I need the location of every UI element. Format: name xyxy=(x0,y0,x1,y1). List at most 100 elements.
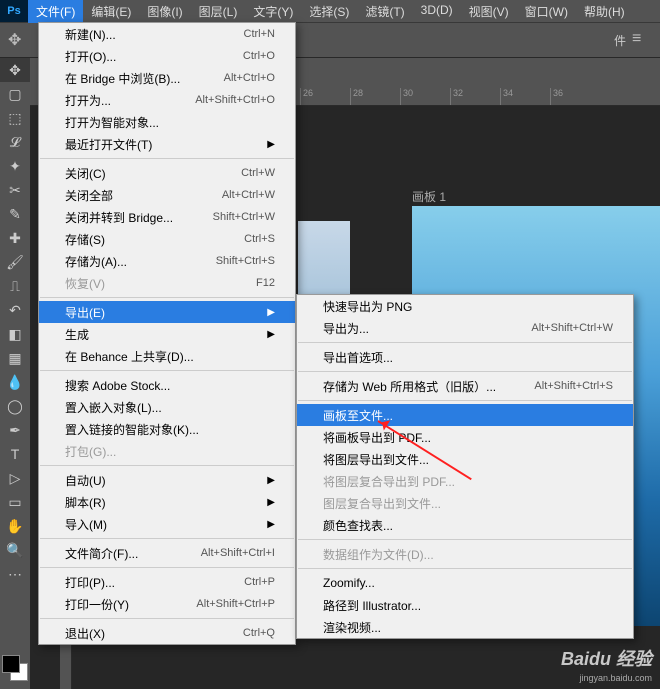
menu-item[interactable]: 导出为...Alt+Shift+Ctrl+W xyxy=(297,317,633,339)
stamp-tool[interactable]: ⎍ xyxy=(0,274,30,298)
menu-item[interactable]: 渲染视频... xyxy=(297,616,633,638)
menu-item[interactable]: 打印一份(Y)Alt+Shift+Ctrl+P xyxy=(39,593,295,615)
menu-item-label: 图层复合导出到文件... xyxy=(323,495,441,512)
type-tool[interactable]: T xyxy=(0,442,30,466)
menu-item[interactable]: 存储(S)Ctrl+S xyxy=(39,228,295,250)
blur-tool[interactable]: 💧 xyxy=(0,370,30,394)
menu-separator xyxy=(40,538,294,539)
menu-item[interactable]: 关闭(C)Ctrl+W xyxy=(39,162,295,184)
menu-item[interactable]: 路径到 Illustrator... xyxy=(297,594,633,616)
menu-item[interactable]: 新建(N)...Ctrl+N xyxy=(39,23,295,45)
toolbar: ✥ ▢ ⬚ 𝓛 ✦ ✂ ✎ ✚ 🖌 ⎍ ↶ ◧ ▦ 💧 ◯ ✒ T ▷ ▭ ✋ … xyxy=(0,58,30,586)
menu-item[interactable]: 存储为 Web 所用格式（旧版）...Alt+Shift+Ctrl+S xyxy=(297,375,633,397)
menubar-item[interactable]: 图层(L) xyxy=(191,0,246,23)
watermark-sub: jingyan.baidu.com xyxy=(579,673,652,683)
menu-item[interactable]: 将画板导出到 PDF... xyxy=(297,426,633,448)
menu-item-label: 打包(G)... xyxy=(65,443,116,460)
menu-item-label: 在 Behance 上共享(D)... xyxy=(65,348,194,365)
menu-item-label: 生成 xyxy=(65,326,89,343)
move-tool[interactable]: ✥ xyxy=(0,58,30,82)
menu-item[interactable]: 关闭全部Alt+Ctrl+W xyxy=(39,184,295,206)
menu-item-label: 渲染视频... xyxy=(323,619,381,636)
menu-item[interactable]: 画板至文件... xyxy=(297,404,633,426)
menu-item[interactable]: 打开为...Alt+Shift+Ctrl+O xyxy=(39,89,295,111)
menu-item-label: 打印一份(Y) xyxy=(65,596,129,613)
menubar-item[interactable]: 文字(Y) xyxy=(245,0,301,23)
menubar-item[interactable]: 编辑(E) xyxy=(83,0,139,23)
menu-item-label: 存储(S) xyxy=(65,231,105,248)
menu-item[interactable]: 退出(X)Ctrl+Q xyxy=(39,622,295,644)
magic-wand-tool[interactable]: ✦ xyxy=(0,154,30,178)
menu-item[interactable]: 颜色查找表... xyxy=(297,514,633,536)
menu-item-label: 画板至文件... xyxy=(323,407,393,424)
menu-item[interactable]: 最近打开文件(T)▶ xyxy=(39,133,295,155)
menu-item[interactable]: 文件简介(F)...Alt+Shift+Ctrl+I xyxy=(39,542,295,564)
history-brush-tool[interactable]: ↶ xyxy=(0,298,30,322)
menu-item[interactable]: 快速导出为 PNG xyxy=(297,295,633,317)
menu-item[interactable]: 将图层导出到文件... xyxy=(297,448,633,470)
menu-item[interactable]: 存储为(A)...Shift+Ctrl+S xyxy=(39,250,295,272)
menu-item[interactable]: 导出(E)▶ xyxy=(39,301,295,323)
pen-tool[interactable]: ✒ xyxy=(0,418,30,442)
artboard-tool[interactable]: ▢ xyxy=(0,82,30,106)
artboard-label[interactable]: 画板 1 xyxy=(412,188,446,205)
menubar-item[interactable]: 窗口(W) xyxy=(517,0,576,23)
menubar-item[interactable]: 滤镜(T) xyxy=(357,0,412,23)
eraser-tool[interactable]: ◧ xyxy=(0,322,30,346)
menu-shortcut: Ctrl+P xyxy=(244,576,275,588)
eyedropper-tool[interactable]: ✎ xyxy=(0,202,30,226)
menu-item[interactable]: 导出首选项... xyxy=(297,346,633,368)
menubar-item[interactable]: 文件(F) xyxy=(28,0,83,23)
menu-shortcut: Ctrl+W xyxy=(241,167,275,179)
menu-item[interactable]: 在 Bridge 中浏览(B)...Alt+Ctrl+O xyxy=(39,67,295,89)
menu-item-label: 退出(X) xyxy=(65,625,105,642)
menu-item-label: 恢复(V) xyxy=(65,275,105,292)
menu-item[interactable]: 关闭并转到 Bridge...Shift+Ctrl+W xyxy=(39,206,295,228)
lasso-tool[interactable]: 𝓛 xyxy=(0,130,30,154)
menubar-item[interactable]: 帮助(H) xyxy=(576,0,633,23)
menubar-item[interactable]: 视图(V) xyxy=(461,0,517,23)
foreground-swatch[interactable] xyxy=(2,655,20,673)
menu-item-label: 将图层复合导出到 PDF... xyxy=(323,473,455,490)
menubar-item[interactable]: 选择(S) xyxy=(301,0,357,23)
menu-item[interactable]: 导入(M)▶ xyxy=(39,513,295,535)
menu-shortcut: Alt+Shift+Ctrl+O xyxy=(195,94,275,106)
menu-separator xyxy=(40,618,294,619)
menu-item[interactable]: 打开为智能对象... xyxy=(39,111,295,133)
menu-item[interactable]: 打开(O)...Ctrl+O xyxy=(39,45,295,67)
menu-item-label: 关闭并转到 Bridge... xyxy=(65,209,173,226)
menu-shortcut: Ctrl+N xyxy=(244,28,275,40)
dodge-tool[interactable]: ◯ xyxy=(0,394,30,418)
menubar-item[interactable]: 图像(I) xyxy=(139,0,190,23)
menu-item[interactable]: 自动(U)▶ xyxy=(39,469,295,491)
menu-item-label: 文件简介(F)... xyxy=(65,545,138,562)
gradient-tool[interactable]: ▦ xyxy=(0,346,30,370)
menu-item[interactable]: 置入嵌入对象(L)... xyxy=(39,396,295,418)
ruler-tick: 36 xyxy=(550,88,600,105)
menu-separator xyxy=(298,539,632,540)
menu-item[interactable]: Zoomify... xyxy=(297,572,633,594)
hand-tool[interactable]: ✋ xyxy=(0,514,30,538)
menu-item[interactable]: 在 Behance 上共享(D)... xyxy=(39,345,295,367)
menu-item[interactable]: 搜索 Adobe Stock... xyxy=(39,374,295,396)
menu-item[interactable]: 打印(P)...Ctrl+P xyxy=(39,571,295,593)
align-icon[interactable]: ≡ xyxy=(632,30,652,50)
color-swatches[interactable] xyxy=(2,655,28,681)
menu-item[interactable]: 脚本(R)▶ xyxy=(39,491,295,513)
brush-tool[interactable]: 🖌 xyxy=(0,250,30,274)
menubar-item[interactable]: 3D(D) xyxy=(413,0,461,23)
menu-item-label: 颜色查找表... xyxy=(323,517,393,534)
menu-item[interactable]: 生成▶ xyxy=(39,323,295,345)
path-tool[interactable]: ▷ xyxy=(0,466,30,490)
zoom-tool[interactable]: 🔍 xyxy=(0,538,30,562)
menu-item-label: 最近打开文件(T) xyxy=(65,136,152,153)
healing-tool[interactable]: ✚ xyxy=(0,226,30,250)
crop-tool[interactable]: ✂ xyxy=(0,178,30,202)
menu-item[interactable]: 置入链接的智能对象(K)... xyxy=(39,418,295,440)
shape-tool[interactable]: ▭ xyxy=(0,490,30,514)
menu-item-label: 导出(E) xyxy=(65,304,105,321)
menu-item-label: 打开为智能对象... xyxy=(65,114,159,131)
marquee-tool[interactable]: ⬚ xyxy=(0,106,30,130)
menu-shortcut: Alt+Ctrl+O xyxy=(224,72,275,84)
edit-toolbar[interactable]: ⋯ xyxy=(0,562,30,586)
